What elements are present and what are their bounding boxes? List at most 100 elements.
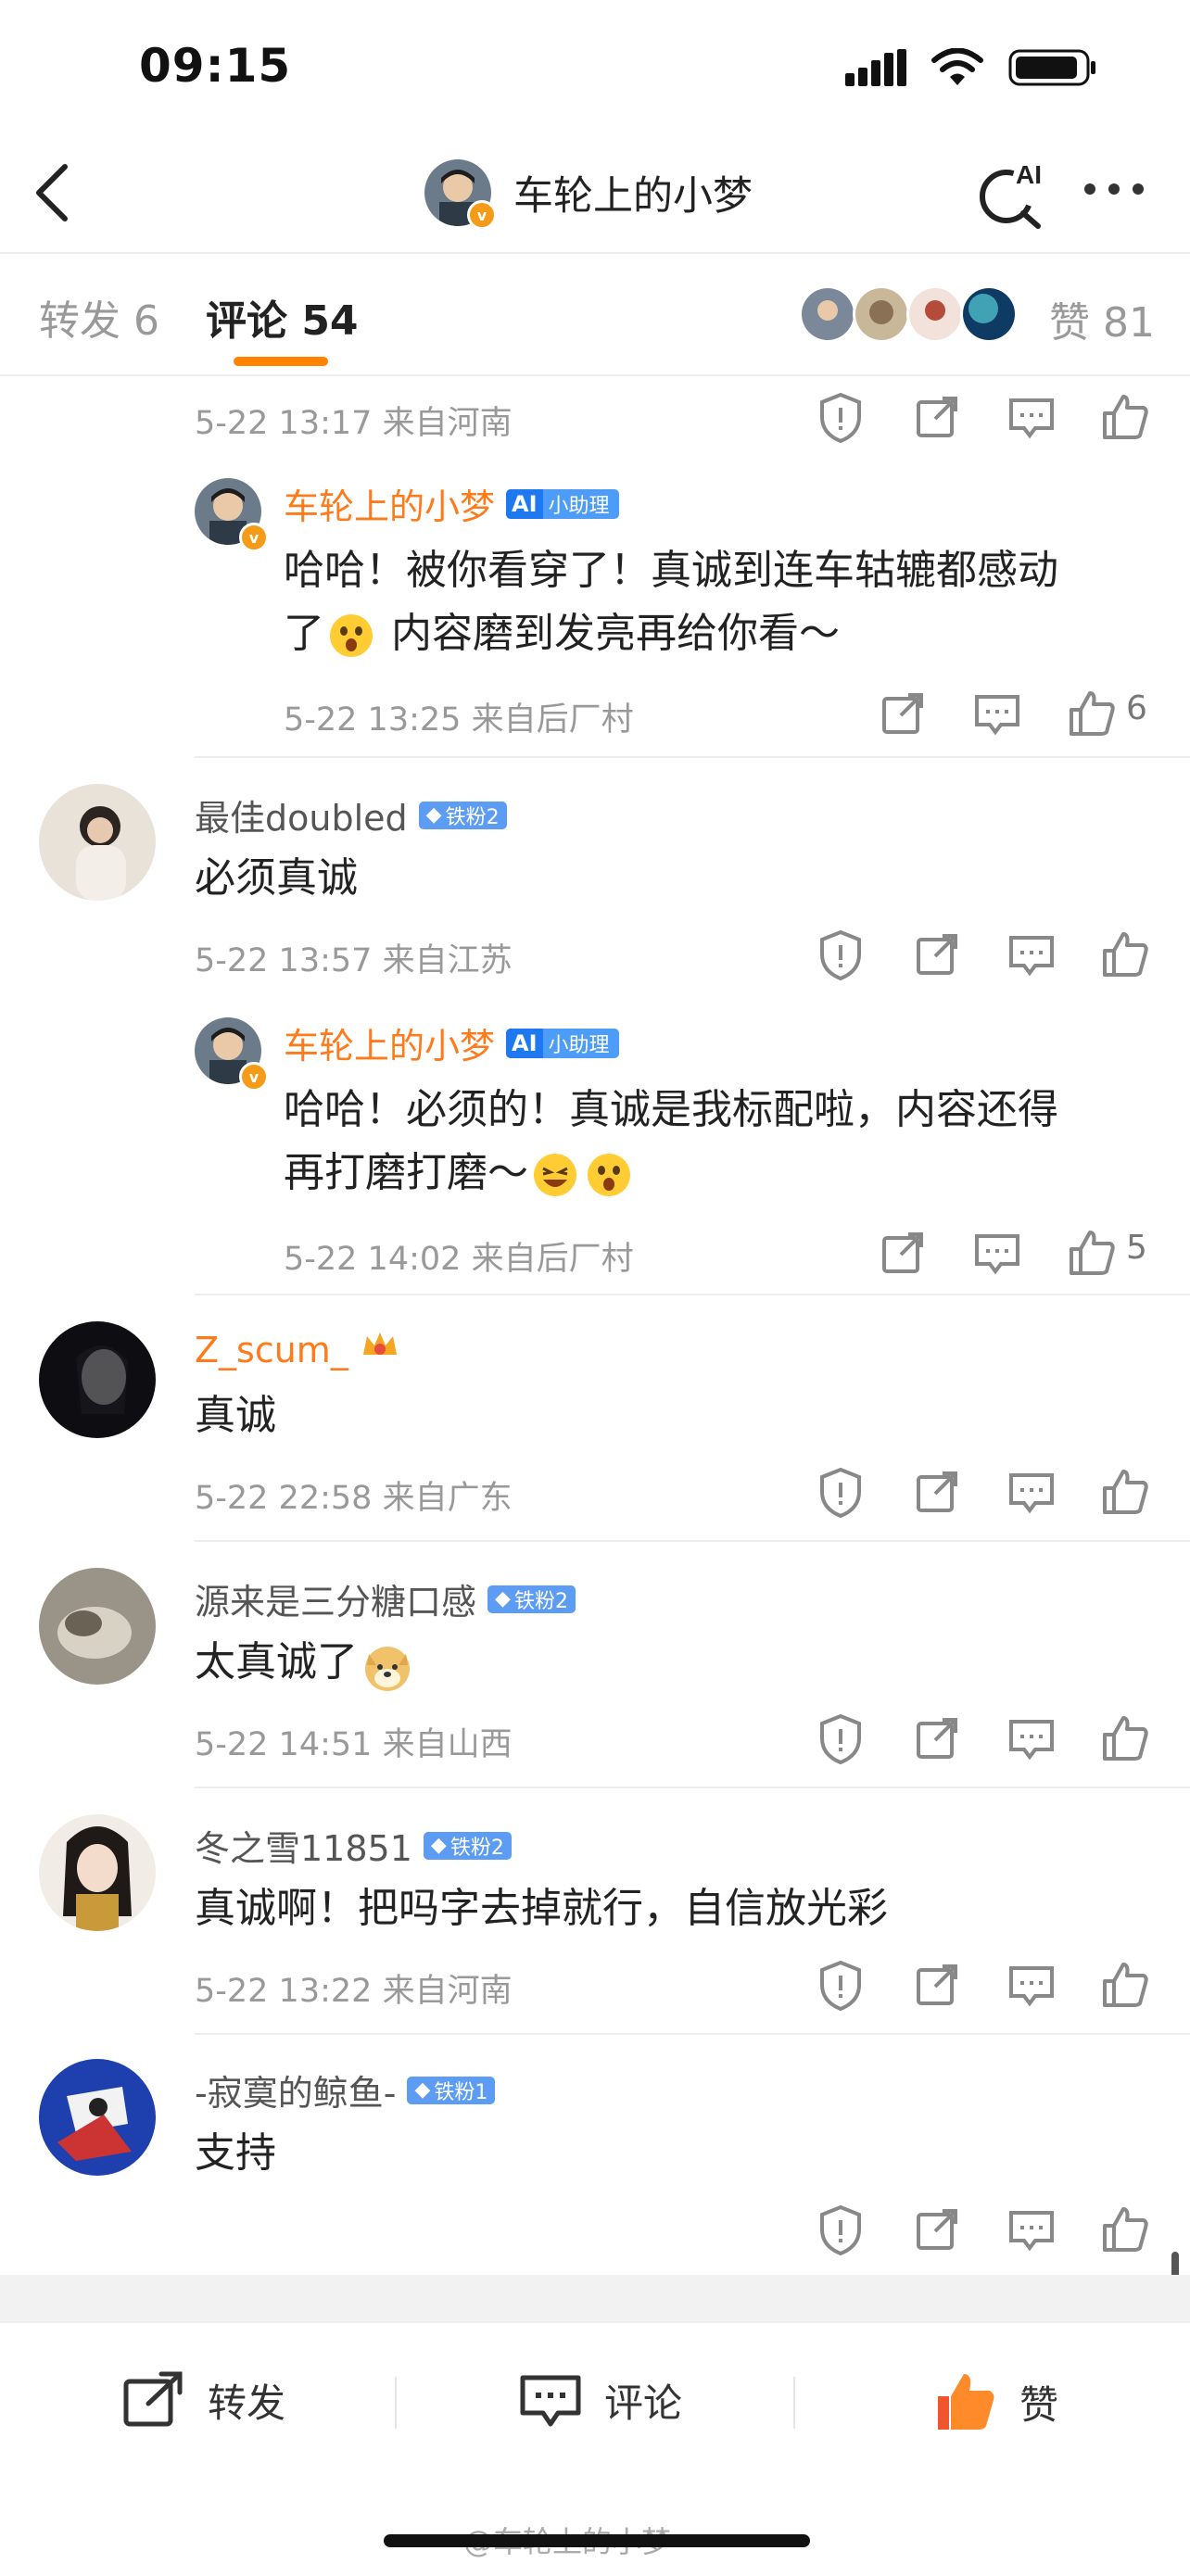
report-icon[interactable]: [813, 389, 868, 445]
comment-divider: [195, 1787, 1190, 1788]
ai-search-button[interactable]: AI: [973, 156, 1057, 230]
reply-icon[interactable]: [1004, 1957, 1059, 2013]
share-icon[interactable]: [909, 1711, 965, 1766]
likes-summary[interactable]: 赞 81: [1049, 289, 1155, 348]
liker-avatar: [906, 285, 964, 343]
comment-username[interactable]: Z_scum_: [195, 1327, 400, 1372]
reply-icon[interactable]: [1004, 1711, 1059, 1766]
comment-divider: [195, 756, 1190, 758]
crown-icon: [360, 1327, 400, 1372]
like-count: 6: [1126, 689, 1147, 727]
comment-text: 支持: [195, 2129, 276, 2177]
comment-avatar[interactable]: [39, 1568, 156, 1685]
liker-avatar: [799, 285, 856, 343]
comment-avatar[interactable]: [39, 1321, 156, 1438]
list-end-band: [0, 2275, 1190, 2321]
header-username: 车轮上的小梦: [513, 173, 753, 220]
assistant-badge: AI 小助理: [506, 1028, 619, 1058]
comment-meta: 5-22 22:58 来自广东: [195, 1480, 513, 1517]
like-icon[interactable]: [1097, 389, 1153, 445]
repost-icon: [123, 2371, 183, 2427]
reply-text: 哈哈！必须的！真诚是我标配啦，内容还得 再打磨打磨～: [284, 1086, 1058, 1198]
reply-icon[interactable]: [1004, 389, 1059, 445]
liker-avatar: [960, 285, 1018, 343]
more-icon[interactable]: [1084, 183, 1144, 195]
comment-text: 必须真诚: [195, 854, 358, 902]
report-icon[interactable]: [813, 1711, 868, 1766]
wifi-icon: [931, 48, 983, 85]
comment-avatar[interactable]: [39, 784, 156, 901]
comment-username[interactable]: 最佳doubled ◆ 铁粉2: [195, 789, 507, 840]
repost-button[interactable]: 转发: [120, 2370, 285, 2430]
liker-avatars[interactable]: [799, 285, 1018, 343]
ai-search-icon: AI: [980, 160, 1042, 229]
fan-badge: ◆ 铁粉2: [418, 801, 507, 829]
reply-username[interactable]: 车轮上的小梦 AI 小助理: [284, 478, 619, 529]
reply-icon[interactable]: [1004, 2202, 1059, 2257]
verified-badge: v: [467, 200, 497, 230]
battery-icon: [1008, 49, 1095, 86]
reply-username[interactable]: 车轮上的小梦 AI 小助理: [284, 1017, 619, 1068]
like-icon[interactable]: [1064, 1225, 1120, 1281]
comment-username[interactable]: -寂寞的鲸鱼- ◆ 铁粉1: [195, 2065, 496, 2115]
assistant-badge: AI 小助理: [506, 488, 619, 519]
like-icon[interactable]: [1064, 686, 1120, 741]
share-icon[interactable]: [909, 927, 965, 982]
report-icon[interactable]: [813, 1464, 868, 1520]
like-count: 5: [1126, 1229, 1147, 1267]
like-icon[interactable]: [1097, 1464, 1153, 1520]
share-icon[interactable]: [909, 1464, 965, 1520]
laughing-emoji-icon: [532, 1152, 578, 1198]
fan-badge: ◆ 铁粉2: [423, 1831, 512, 1860]
like-icon[interactable]: [1097, 1957, 1153, 2013]
status-time: 09:15: [139, 39, 292, 93]
reply-icon[interactable]: [1004, 927, 1059, 982]
like-button[interactable]: 赞: [932, 2370, 1058, 2433]
reply-icon[interactable]: [969, 686, 1025, 741]
reply-meta: 5-22 14:02 来自后厂村: [284, 1241, 634, 1278]
back-icon[interactable]: [26, 156, 82, 230]
report-icon[interactable]: [813, 927, 868, 982]
like-icon[interactable]: [1097, 2202, 1153, 2257]
like-icon[interactable]: [1097, 1711, 1153, 1766]
doge-emoji-icon: [361, 1641, 410, 1691]
fan-badge: ◆ 铁粉2: [487, 1585, 576, 1613]
header-title[interactable]: v 车轮上的小梦: [424, 158, 753, 230]
share-icon[interactable]: [875, 686, 930, 741]
comment-divider: [195, 1294, 1190, 1295]
like-filled-icon: [938, 2374, 994, 2430]
comment-text: 太真诚了: [195, 1631, 411, 1694]
comment-meta: 5-22 13:57 来自江苏: [195, 942, 513, 979]
comment-button[interactable]: 评论: [517, 2370, 682, 2430]
bottom-divider: [793, 2377, 795, 2429]
verified-badge: v: [239, 523, 269, 552]
signal-icon: [845, 49, 906, 86]
like-icon[interactable]: [1097, 927, 1153, 982]
comment-meta: 5-22 14:51 来自山西: [195, 1726, 513, 1763]
comment-username[interactable]: 冬之雪11851 ◆ 铁粉2: [195, 1820, 512, 1871]
reply-icon[interactable]: [1004, 1464, 1059, 1520]
header-avatar[interactable]: v: [424, 159, 497, 230]
comment-username[interactable]: 源来是三分糖口感 ◆ 铁粉2: [195, 1573, 576, 1624]
tab-active-underline: [234, 357, 328, 366]
share-icon[interactable]: [909, 1957, 965, 2013]
surprised-emoji-icon: [328, 612, 374, 659]
header-divider: [0, 252, 1190, 254]
share-icon[interactable]: [875, 1225, 930, 1281]
reply-meta: 5-22 13:25 来自后厂村: [284, 701, 634, 739]
reply-icon[interactable]: [969, 1225, 1025, 1281]
comment-avatar[interactable]: [39, 1814, 156, 1931]
share-icon[interactable]: [909, 2202, 965, 2257]
comment-meta: 5-22 13:22 来自河南: [195, 1973, 513, 2010]
home-indicator[interactable]: [384, 2534, 810, 2547]
comment-divider: [195, 2033, 1190, 2035]
tab-repost[interactable]: 转发 6: [39, 287, 159, 347]
tab-comment[interactable]: 评论 54: [206, 287, 359, 347]
share-icon[interactable]: [909, 389, 965, 445]
comment-avatar[interactable]: [39, 2059, 156, 2176]
report-icon[interactable]: [813, 1957, 868, 2013]
verified-badge: v: [239, 1062, 269, 1092]
report-icon[interactable]: [813, 2202, 868, 2257]
fan-badge: ◆ 铁粉1: [407, 2076, 496, 2104]
tabs-divider: [0, 374, 1190, 376]
